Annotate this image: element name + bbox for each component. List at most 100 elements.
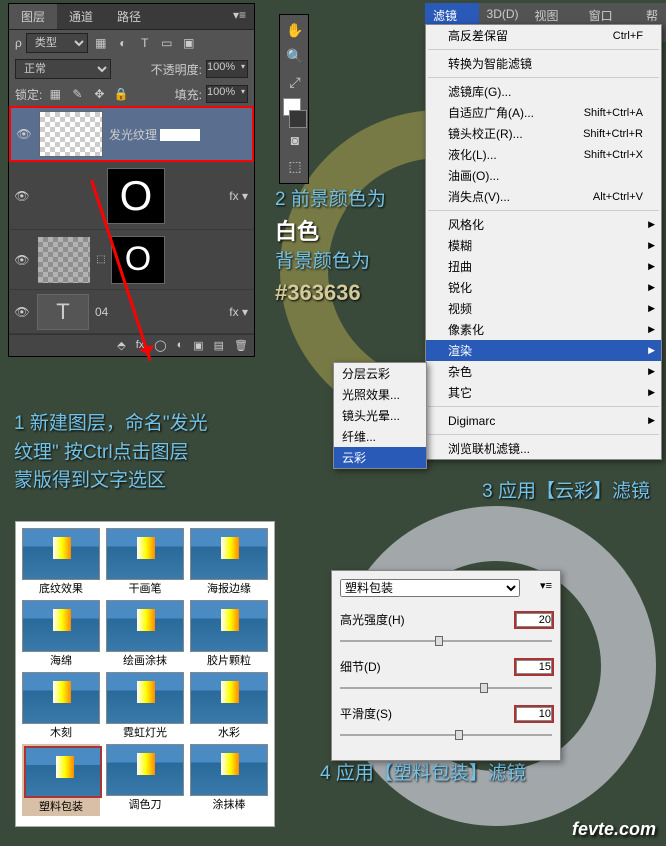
annotation-3: 3 应用【云彩】滤镜 [482, 478, 650, 507]
move-tool-icon[interactable]: ⤢ [283, 70, 307, 94]
menu-item[interactable]: 渲染▶ [426, 340, 661, 361]
param-input[interactable] [516, 707, 552, 721]
menu-item[interactable]: 风格化▶ [426, 214, 661, 235]
trash-icon[interactable]: 🗑 [234, 339, 248, 352]
fill-label: 填充: [175, 86, 202, 103]
filter-kind-select[interactable]: 类型 [26, 33, 88, 53]
layer-footer: ⬘ fx ◯ ◐ ▣ ▤ 🗑 [9, 334, 254, 356]
tab-paths[interactable]: 路径 [105, 4, 153, 29]
gallery-item[interactable]: 底纹效果 [22, 528, 100, 596]
quickmask-icon[interactable]: ◙ [283, 128, 307, 152]
zoom-tool-icon[interactable]: 🔍 [283, 44, 307, 68]
fill-input[interactable]: 100% [206, 85, 248, 103]
gallery-item[interactable]: 涂抹棒 [190, 744, 268, 816]
filter-select[interactable]: 塑料包装 [340, 579, 520, 597]
dialog-menu-icon[interactable]: ▾≡ [540, 579, 552, 592]
menu-item[interactable]: 其它▶ [426, 382, 661, 403]
layer-fx[interactable]: fx ▾ [229, 305, 254, 319]
adjustment-icon[interactable]: ◐ [177, 339, 184, 352]
mask-icon[interactable]: ◯ [154, 339, 166, 352]
gallery-item[interactable]: 海报边缘 [190, 528, 268, 596]
tab-layers[interactable]: 图层 [9, 4, 57, 29]
gallery-item[interactable]: 塑料包装 [22, 744, 100, 816]
lock-label: 锁定: [15, 86, 42, 103]
param-slider[interactable] [340, 681, 552, 695]
lock-paint-icon[interactable]: ✎ [68, 85, 86, 103]
submenu-item[interactable]: 纤维... [334, 426, 426, 447]
visibility-icon[interactable]: 👁 [9, 253, 35, 267]
param-label: 高光强度(H) [340, 611, 516, 628]
filter-smart-icon[interactable]: ▣ [180, 34, 198, 52]
submenu-item[interactable]: 分层云彩 [334, 363, 426, 384]
layer-thumb[interactable]: T [37, 294, 89, 330]
layer-row[interactable]: 👁 发光纹理 [9, 106, 254, 162]
param-label: 平滑度(S) [340, 705, 516, 722]
visibility-icon[interactable]: 👁 [9, 305, 35, 319]
color-swatches[interactable] [283, 98, 307, 128]
menu-item[interactable]: 浏览联机滤镜... [426, 438, 661, 459]
param-input[interactable] [516, 660, 552, 674]
menu-item[interactable]: 视频▶ [426, 298, 661, 319]
visibility-icon[interactable]: 👁 [9, 189, 35, 203]
gallery-item[interactable]: 绘画涂抹 [106, 600, 184, 668]
layer-row[interactable]: 👁 ⬚ O [9, 230, 254, 290]
param-input[interactable] [516, 613, 552, 627]
screenmode-icon[interactable]: ⬚ [283, 154, 307, 178]
menu-item[interactable]: 转换为智能滤镜 [426, 53, 661, 74]
submenu-item[interactable]: 光照效果... [334, 384, 426, 405]
opacity-input[interactable]: 100% [206, 60, 248, 78]
hand-tool-icon[interactable]: ✋ [283, 18, 307, 42]
menu-item[interactable]: 滤镜库(G)... [426, 81, 661, 102]
filter-pixel-icon[interactable]: ▦ [92, 34, 110, 52]
submenu-item[interactable]: 云彩 [334, 447, 426, 468]
menu-item[interactable]: 自适应广角(A)...Shift+Ctrl+A [426, 102, 661, 123]
menu-item[interactable]: 高反差保留Ctrl+F [426, 25, 661, 46]
submenu-item[interactable]: 镜头光晕... [334, 405, 426, 426]
layer-row[interactable]: 👁 O fx ▾ [9, 162, 254, 230]
mask-thumb[interactable]: O [107, 168, 165, 224]
filter-shape-icon[interactable]: ▭ [158, 34, 176, 52]
menu-item[interactable]: 杂色▶ [426, 361, 661, 382]
annotation-1: 1 新建图层，命名"发光 纹理" 按Ctrl点击图层 蒙版得到文字选区 [14, 410, 208, 496]
layer-name[interactable]: 04 [91, 305, 229, 319]
menu-item[interactable]: 油画(O)... [426, 165, 661, 186]
tab-channels[interactable]: 通道 [57, 4, 105, 29]
gallery-item[interactable]: 干画笔 [106, 528, 184, 596]
menu-item[interactable]: 液化(L)...Shift+Ctrl+X [426, 144, 661, 165]
filter-type-icon[interactable]: T [136, 34, 154, 52]
menu-item[interactable]: 像素化▶ [426, 319, 661, 340]
lock-trans-icon[interactable]: ▦ [46, 85, 64, 103]
layer-fx[interactable]: fx ▾ [167, 189, 254, 203]
annotation-2: 2 前景颜色为 白色 背景颜色为 #363636 [275, 186, 386, 309]
filter-adjust-icon[interactable]: ◐ [114, 34, 132, 52]
layer-row[interactable]: 👁 T 04 fx ▾ [9, 290, 254, 334]
menu-item[interactable]: 消失点(V)...Alt+Ctrl+V [426, 186, 661, 207]
filter-menu: 高反差保留Ctrl+F 转换为智能滤镜滤镜库(G)...自适应广角(A)...Sh… [425, 24, 662, 460]
layer-name[interactable]: 发光纹理 [105, 126, 252, 143]
menu-item[interactable]: 模糊▶ [426, 235, 661, 256]
panel-menu-icon[interactable]: ▾≡ [225, 4, 254, 29]
param-slider[interactable] [340, 728, 552, 742]
panel-tabs: 图层 通道 路径 ▾≡ [9, 4, 254, 30]
gallery-item[interactable]: 水彩 [190, 672, 268, 740]
menu-item[interactable]: 扭曲▶ [426, 256, 661, 277]
visibility-icon[interactable]: 👁 [11, 127, 37, 141]
menu-item[interactable]: Digimarc▶ [426, 410, 661, 431]
menu-item[interactable]: 镜头校正(R)...Shift+Ctrl+R [426, 123, 661, 144]
group-icon[interactable]: ▣ [193, 339, 203, 352]
gallery-item[interactable]: 调色刀 [106, 744, 184, 816]
layer-thumb[interactable] [39, 111, 103, 157]
param-slider[interactable] [340, 634, 552, 648]
link-layers-icon[interactable]: ⬘ [117, 339, 125, 352]
lock-pos-icon[interactable]: ✥ [90, 85, 108, 103]
gallery-item[interactable]: 木刻 [22, 672, 100, 740]
gallery-item[interactable]: 胶片颗粒 [190, 600, 268, 668]
menu-item[interactable]: 锐化▶ [426, 277, 661, 298]
background-swatch[interactable] [289, 110, 307, 128]
gallery-item[interactable]: 霓虹灯光 [106, 672, 184, 740]
new-layer-icon[interactable]: ▤ [214, 339, 224, 352]
gallery-item[interactable]: 海绵 [22, 600, 100, 668]
blend-mode-select[interactable]: 正常 [15, 59, 111, 79]
layer-thumb[interactable] [37, 236, 91, 284]
lock-all-icon[interactable]: 🔒 [112, 85, 130, 103]
